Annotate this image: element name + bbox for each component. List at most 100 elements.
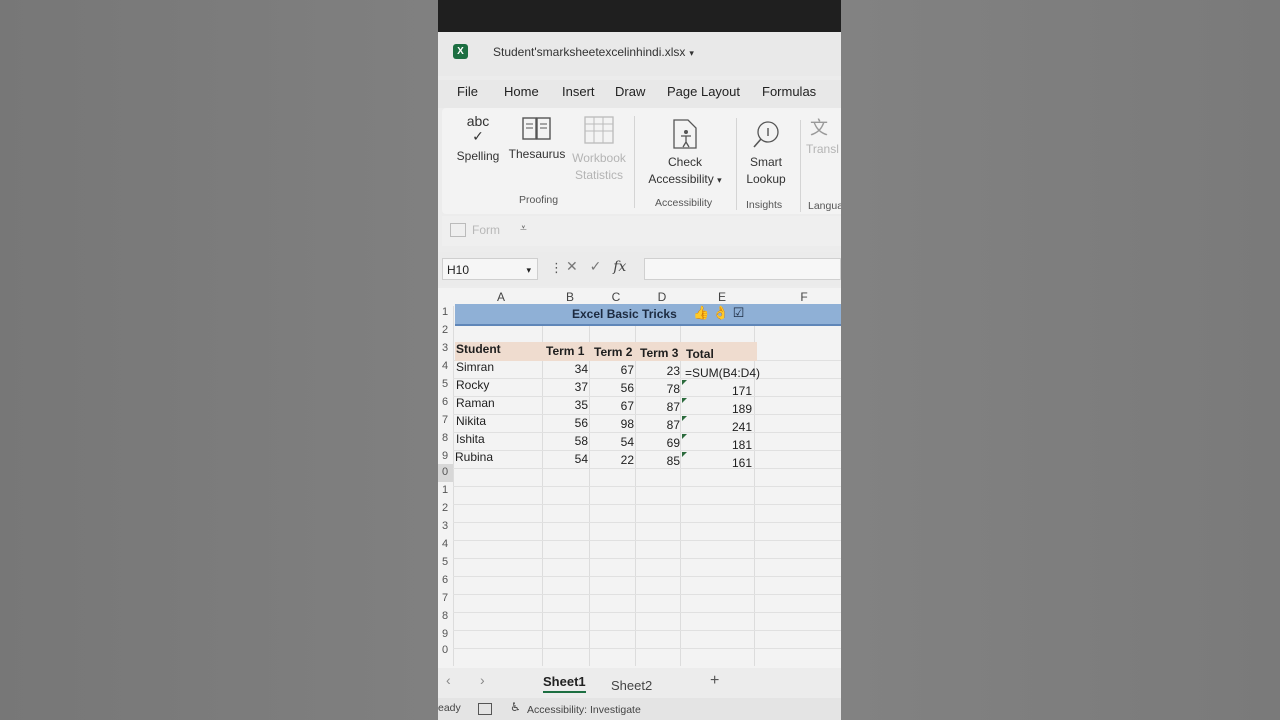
check-accessibility-button[interactable]: Check Accessibility ▾ [640, 118, 730, 189]
row-header[interactable]: 2 [438, 502, 452, 514]
row-header[interactable]: 1 [438, 484, 452, 496]
column-header-b[interactable]: B [564, 290, 576, 304]
tab-formulas[interactable]: Formulas [762, 84, 816, 99]
column-header-c[interactable]: C [610, 290, 622, 304]
insert-function-icon[interactable]: fx [613, 259, 626, 275]
cell-term-1[interactable]: 34 [548, 362, 588, 376]
tab-page-layout[interactable]: Page Layout [667, 84, 740, 99]
row-header[interactable]: 7 [438, 414, 452, 426]
cell-term-2[interactable]: 22 [594, 453, 634, 467]
header-total[interactable]: Total [686, 347, 714, 361]
accessibility-status-icon[interactable]: ♿ [510, 700, 521, 714]
row-header[interactable]: 6 [438, 574, 452, 586]
cell-term-3[interactable]: 69 [640, 436, 680, 450]
worksheet-grid[interactable]: A B C D E F Excel Basic Tricks 👍 👌 ☑ 1 2… [438, 288, 841, 668]
cell-student-name[interactable]: Simran [456, 360, 494, 374]
smart-lookup-button[interactable]: Smart Lookup [740, 120, 792, 188]
cell-term-1[interactable]: 56 [548, 416, 588, 430]
cell-total[interactable]: 171 [708, 384, 752, 398]
thesaurus-button[interactable]: Thesaurus [506, 116, 568, 163]
cell-term-3[interactable]: 78 [640, 382, 680, 396]
scroll-right-icon[interactable]: › [480, 672, 485, 688]
cell-term-3[interactable]: 85 [640, 454, 680, 468]
cell-total[interactable]: 181 [708, 438, 752, 452]
row-header[interactable]: 3 [438, 342, 452, 354]
cell-term-2[interactable]: 54 [594, 435, 634, 449]
sheet-tabs-bar: ‹ › Sheet1 Sheet2 + [438, 668, 841, 698]
sheet-title: Excel Basic Tricks [572, 307, 677, 321]
header-term-1[interactable]: Term 1 [546, 344, 584, 358]
more-options-icon[interactable]: ⋮ [550, 260, 563, 276]
scroll-left-icon[interactable]: ‹ [446, 672, 451, 688]
cell-term-1[interactable]: 37 [548, 380, 588, 394]
cell-student-name[interactable]: Raman [456, 396, 495, 410]
cell-term-3[interactable]: 87 [640, 400, 680, 414]
tab-draw[interactable]: Draw [615, 84, 645, 99]
cell-term-2[interactable]: 67 [594, 399, 634, 413]
header-term-2[interactable]: Term 2 [594, 345, 632, 359]
row-header[interactable]: 7 [438, 592, 452, 604]
header-term-3[interactable]: Term 3 [640, 346, 678, 360]
form-button[interactable]: Form [472, 223, 500, 237]
cell-term-1[interactable]: 35 [548, 398, 588, 412]
cell-term-1[interactable]: 58 [548, 434, 588, 448]
cell-term-2[interactable]: 98 [594, 417, 634, 431]
row-header[interactable]: 9 [438, 450, 452, 462]
cell-total-formula[interactable]: =SUM(B4:D4) [685, 366, 760, 380]
row-header[interactable]: 5 [438, 556, 452, 568]
background-right [841, 0, 1280, 720]
row-header[interactable]: 1 [438, 306, 452, 318]
spelling-button[interactable]: abc ✓ Spelling [452, 114, 504, 165]
check-line1: Check [667, 155, 702, 169]
add-sheet-icon[interactable]: + [710, 672, 719, 690]
tab-insert[interactable]: Insert [562, 84, 595, 99]
smart-line2: Lookup [746, 172, 786, 186]
cell-student-name[interactable]: Rubina [455, 450, 493, 464]
formula-indicator-icon [682, 416, 687, 421]
name-box[interactable]: H10 ▾ [442, 258, 538, 280]
row-header[interactable]: 0 [438, 644, 452, 656]
cell-student-name[interactable]: Nikita [456, 414, 486, 428]
check-box-icon: ☑ [732, 305, 745, 320]
row-header[interactable]: 8 [438, 610, 452, 622]
spelling-icon-text: abc [466, 113, 490, 129]
cell-term-1[interactable]: 54 [548, 452, 588, 466]
cell-total[interactable]: 241 [708, 420, 752, 434]
group-proofing-label: Proofing [519, 194, 559, 206]
cell-term-2[interactable]: 67 [594, 363, 634, 377]
cell-total[interactable]: 161 [708, 456, 752, 470]
row-header[interactable]: 5 [438, 378, 452, 390]
row-header[interactable]: 2 [438, 324, 452, 336]
row-header[interactable]: 0 [438, 466, 452, 478]
cell-term-3[interactable]: 23 [640, 364, 680, 378]
translate-button[interactable]: 文 Transl [806, 119, 841, 158]
grid-line [453, 540, 841, 541]
cell-term-2[interactable]: 56 [594, 381, 634, 395]
cell-student-name[interactable]: Rocky [456, 378, 489, 392]
column-header-a[interactable]: A [494, 290, 508, 304]
sheet-tab-sheet1[interactable]: Sheet1 [543, 674, 586, 693]
row-header[interactable]: 4 [438, 360, 452, 372]
tab-home[interactable]: Home [504, 84, 539, 99]
file-title[interactable]: Student'smarksheetexcelinhindi.xlsx ▾ [493, 45, 694, 59]
row-header[interactable]: 4 [438, 538, 452, 550]
row-header[interactable]: 9 [438, 628, 452, 640]
formula-input[interactable] [644, 258, 841, 280]
row-header[interactable]: 3 [438, 520, 452, 532]
row-header[interactable]: 6 [438, 396, 452, 408]
header-student[interactable]: Student [456, 342, 501, 356]
column-header-e[interactable]: E [716, 290, 728, 304]
cancel-icon[interactable]: ✕ [566, 258, 578, 274]
row-header[interactable]: 8 [438, 432, 452, 444]
tab-file[interactable]: File [457, 84, 478, 99]
column-header-d[interactable]: D [656, 290, 668, 304]
cell-term-3[interactable]: 87 [640, 418, 680, 432]
cell-total[interactable]: 189 [708, 402, 752, 416]
workbook-statistics-button[interactable]: Workbook Statistics [568, 116, 630, 184]
accessibility-status[interactable]: Accessibility: Investigate [527, 704, 641, 716]
sheet-tab-sheet2[interactable]: Sheet2 [611, 678, 652, 693]
customize-dropdown-icon[interactable]: ⩡ [520, 221, 527, 236]
cell-student-name[interactable]: Ishita [456, 432, 485, 446]
column-header-f[interactable]: F [798, 290, 810, 304]
confirm-icon[interactable]: ✓ [590, 258, 602, 274]
